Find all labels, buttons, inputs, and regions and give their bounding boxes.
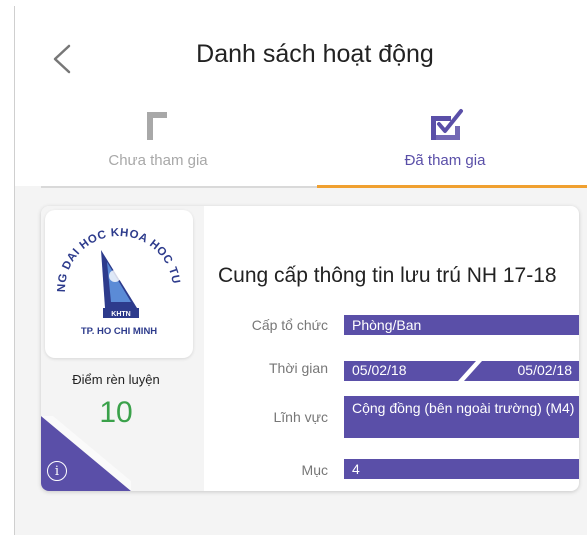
item-label: Mục xyxy=(301,462,328,478)
university-logo: TRUONG DAI HOC KHOA HOC TU NHIEN KHTN TP… xyxy=(41,206,193,358)
page-title: Danh sách hoạt động xyxy=(196,40,434,68)
tab-joined-label: Đã tham gia xyxy=(404,152,486,169)
app-screen: Danh sách hoạt động Chưa tham gia Đã tha… xyxy=(14,6,587,535)
activity-details: Cung cấp thông tin lưu trú NH 17-18 Cấp … xyxy=(204,236,579,491)
organizer-value: Phòng/Ban xyxy=(344,315,579,335)
time-label: Thời gian xyxy=(269,360,328,376)
info-icon[interactable]: i xyxy=(47,461,67,481)
unchecked-box-icon xyxy=(147,112,167,140)
field-value: Cộng đồng (bên ngoài trường) (M4) xyxy=(344,396,579,438)
header: Danh sách hoạt động xyxy=(15,6,587,106)
activity-card-left: TRUONG DAI HOC KHOA HOC TU NHIEN KHTN TP… xyxy=(41,206,204,491)
organizer-label: Cấp tổ chức xyxy=(251,317,328,333)
score-label: Điểm rèn luyện xyxy=(72,372,160,387)
tab-joined[interactable]: Đã tham gia xyxy=(302,106,587,186)
khtn-logo-icon: TRUONG DAI HOC KHOA HOC TU NHIEN KHTN TP… xyxy=(41,206,181,337)
back-button[interactable] xyxy=(49,44,75,74)
end-date: 05/02/18 xyxy=(517,362,573,378)
tab-not-joined-label: Chưa tham gia xyxy=(108,152,208,169)
tab-not-joined[interactable]: Chưa tham gia xyxy=(15,106,301,186)
activity-title: Cung cấp thông tin lưu trú NH 17-18 xyxy=(218,264,557,287)
tab-bar: Chưa tham gia Đã tham gia xyxy=(15,106,587,186)
chevron-left-icon xyxy=(53,44,71,74)
logo-abbr: KHTN xyxy=(111,311,130,318)
start-date: 05/02/18 xyxy=(352,362,407,378)
active-tab-indicator xyxy=(317,185,587,188)
item-value: 4 xyxy=(344,459,579,479)
logo-bottom-text: TP. HO CHI MINH xyxy=(81,326,157,337)
checked-box-icon xyxy=(431,109,463,140)
field-label: Lĩnh vực xyxy=(273,409,328,425)
activity-card[interactable]: TRUONG DAI HOC KHOA HOC TU NHIEN KHTN TP… xyxy=(41,206,579,491)
